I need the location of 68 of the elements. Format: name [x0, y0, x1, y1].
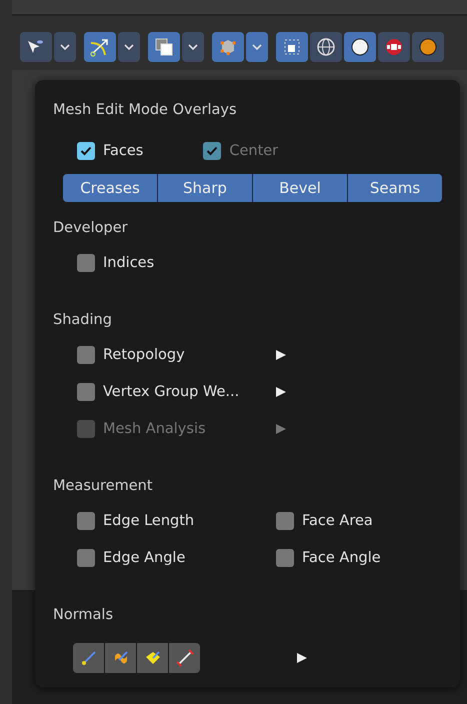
checkbox-label: Faces: [103, 143, 144, 159]
checkbox-option[interactable]: Faces: [77, 142, 144, 160]
checkbox-label: Retopology: [103, 347, 185, 363]
normals-toggle-button[interactable]: [73, 643, 104, 673]
dropdown-button[interactable]: [54, 32, 76, 62]
checkbox-label: Indices: [103, 255, 154, 271]
normals-toggle-button[interactable]: [137, 643, 168, 673]
section-heading: Shading: [53, 312, 113, 328]
toolbar-button[interactable]: [20, 32, 52, 62]
normals-toggle-button[interactable]: [105, 643, 136, 673]
checkbox[interactable]: [77, 549, 95, 567]
measure-line-icon: [176, 649, 194, 667]
checkbox-option[interactable]: Vertex Group We...: [77, 383, 275, 401]
toolbar-button[interactable]: [378, 32, 410, 62]
shaded-sphere-icon: [418, 37, 438, 57]
checkbox-option[interactable]: Face Angle: [276, 549, 381, 567]
section-heading: Developer: [53, 220, 129, 236]
checkbox[interactable]: [77, 346, 95, 364]
toggle-button[interactable]: Sharp: [158, 174, 253, 202]
checkbox-label: Center: [229, 143, 278, 159]
checkbox-label: Vertex Group We...: [103, 384, 240, 400]
section-heading: Measurement: [53, 478, 154, 494]
section-heading: Normals: [53, 607, 114, 623]
checkbox-option[interactable]: Edge Length: [77, 512, 194, 530]
vertex-normal-icon: [80, 649, 98, 667]
checkbox[interactable]: [77, 383, 95, 401]
chevron-icon: [124, 44, 134, 50]
chevron-icon: [252, 44, 262, 50]
face-normal-icon: [144, 649, 162, 667]
selection-box-icon: [282, 37, 302, 57]
dropdown-button[interactable]: [246, 32, 268, 62]
submenu-arrow-icon[interactable]: [275, 386, 287, 398]
toolbar-button[interactable]: [412, 32, 444, 62]
dropdown-button[interactable]: [182, 32, 204, 62]
checker-sphere-icon: [384, 37, 404, 57]
chevron-icon: [60, 44, 70, 50]
toggle-button[interactable]: Seams: [348, 174, 442, 202]
solid-sphere-icon: [350, 37, 370, 57]
submenu-arrow-icon[interactable]: [296, 652, 308, 664]
checkbox-option[interactable]: Edge Angle: [77, 549, 186, 567]
popover-title: Mesh Edit Mode Overlays: [53, 102, 238, 118]
toggle-button[interactable]: Bevel: [253, 174, 348, 202]
checkbox-option[interactable]: Indices: [77, 254, 275, 272]
checkbox-label: Edge Angle: [103, 550, 186, 566]
wireframe-sphere-icon: [316, 37, 336, 57]
toolbar-button[interactable]: [344, 32, 376, 62]
checkmark-icon: [206, 146, 218, 156]
checkbox-label: Face Area: [302, 513, 373, 529]
checkbox-label: Mesh Analysis: [103, 421, 206, 437]
checkbox[interactable]: [276, 549, 294, 567]
dropdown-button[interactable]: [118, 32, 140, 62]
toolbar-button[interactable]: [310, 32, 342, 62]
checkbox-label: Face Angle: [302, 550, 381, 566]
checkbox[interactable]: [77, 254, 95, 272]
cube-vertices-icon: [218, 37, 238, 57]
checkbox-label: Edge Length: [103, 513, 194, 529]
curve-arrow-icon: [89, 37, 111, 57]
overlap-squares-icon: [154, 37, 174, 57]
chevron-icon: [188, 44, 198, 50]
checkbox-option[interactable]: Face Area: [276, 512, 373, 530]
checkbox[interactable]: [77, 512, 95, 530]
submenu-arrow-icon[interactable]: [275, 349, 287, 361]
toggle-button[interactable]: Creases: [63, 174, 158, 202]
checkbox[interactable]: [276, 512, 294, 530]
checkbox[interactable]: [77, 142, 95, 160]
checkbox-option[interactable]: Retopology: [77, 346, 275, 364]
normals-toggle-button[interactable]: [169, 643, 200, 673]
checkmark-icon: [80, 146, 92, 156]
